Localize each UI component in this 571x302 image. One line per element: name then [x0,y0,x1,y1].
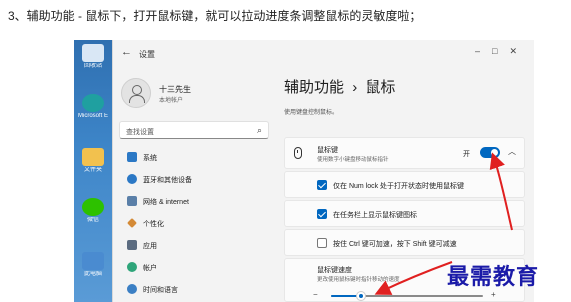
tutorial-screenshot: { "caption": "3、辅助功能 - 鼠标下，打开鼠标键，就可以拉动进度… [0,0,571,302]
watermark: 最需教育 [447,264,540,290]
annotation-arrows [374,152,513,295]
arrow-to-slider [374,261,453,295]
arrow-to-toggle [489,152,513,231]
